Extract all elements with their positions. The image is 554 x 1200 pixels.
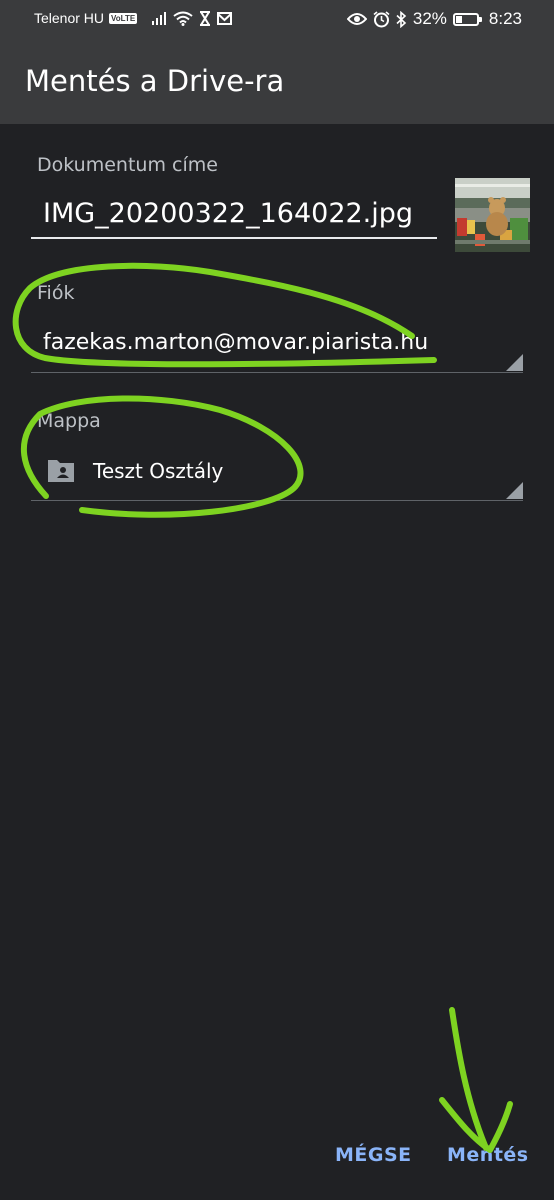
- save-arrow-line: [449, 1007, 489, 1151]
- folder-select[interactable]: Teszt Osztály: [93, 459, 223, 483]
- folder-dropdown-arrow-icon[interactable]: [506, 482, 523, 499]
- battery-icon: [452, 12, 482, 26]
- alarm-icon: [373, 10, 390, 27]
- signal-icon: [152, 12, 167, 25]
- eye-icon: [346, 13, 367, 25]
- hourglass-icon: [200, 10, 211, 26]
- save-to-drive-dialog: Telenor HU VoLTE 32% 8:23 Mentés a Drive…: [0, 0, 554, 1200]
- cancel-button[interactable]: MÉGSE: [335, 1144, 412, 1166]
- document-title-underline: [31, 237, 437, 239]
- account-underline: [31, 372, 523, 373]
- document-title-input[interactable]: IMG_20200322_164022.jpg: [43, 198, 413, 229]
- document-title-label: Dokumentum címe: [37, 154, 218, 176]
- save-arrow-head: [439, 1097, 513, 1153]
- wifi-icon: [173, 11, 193, 26]
- status-bar: Telenor HU VoLTE 32% 8:23: [0, 0, 554, 40]
- mail-icon: [217, 11, 233, 25]
- image-thumbnail: [455, 178, 530, 252]
- folder-underline: [31, 500, 523, 501]
- bluetooth-icon: [396, 10, 407, 28]
- clock: 8:23: [488, 9, 522, 28]
- save-button[interactable]: Mentés: [447, 1144, 529, 1166]
- carrier-label: Telenor HU: [34, 10, 105, 26]
- account-select[interactable]: fazekas.marton@movar.piarista.hu: [43, 330, 428, 355]
- page-title: Mentés a Drive-ra: [25, 64, 285, 98]
- volte-badge: VoLTE: [109, 12, 138, 24]
- battery-percent: 32%: [412, 9, 447, 28]
- account-dropdown-arrow-icon[interactable]: [506, 354, 523, 371]
- app-bar: Mentés a Drive-ra: [0, 40, 554, 124]
- battery-level-fill: [455, 15, 462, 23]
- shared-folder-icon: [48, 460, 74, 482]
- account-label: Fiók: [37, 282, 75, 304]
- folder-label: Mappa: [37, 410, 101, 432]
